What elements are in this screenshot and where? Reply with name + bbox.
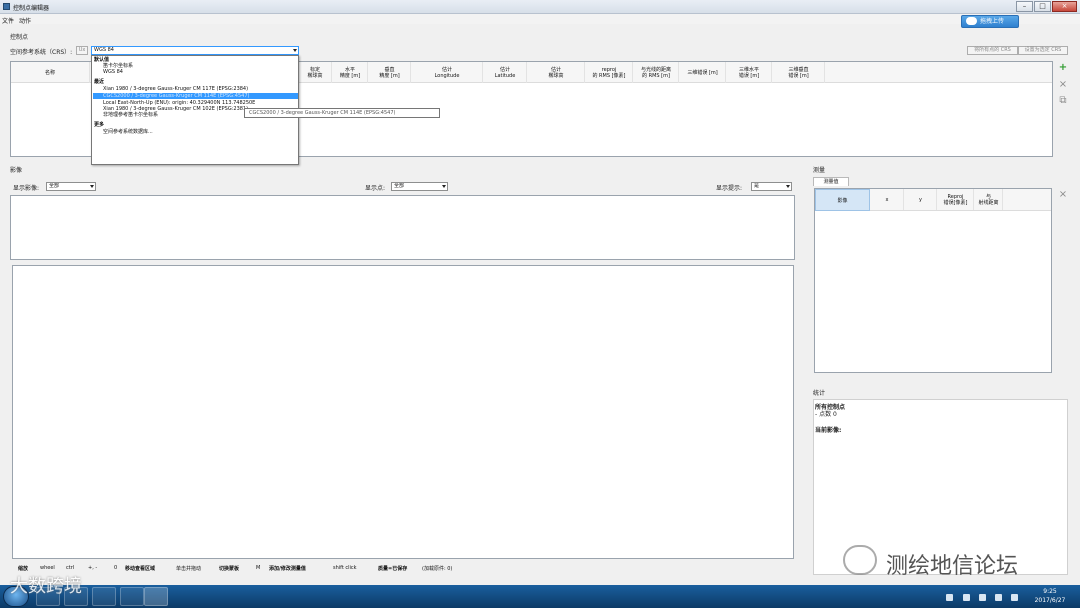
crs-tooltip: CGCS2000 / 3-degree Gauss-Kruger CM 114E… [244, 108, 440, 118]
col-fixed-ellipsoid-height[interactable]: 标定 椭球高 [299, 62, 332, 83]
status-zoom: 缩放 [18, 566, 29, 572]
col-image[interactable]: 影像 [815, 189, 870, 211]
chevron-down-icon [786, 185, 790, 188]
dropdown-item-non-geo[interactable]: 非地理参考笛卡尔坐标系 [103, 112, 158, 118]
apply-crs-all-button[interactable]: 将所有点的 CRS [967, 46, 1018, 55]
col-y[interactable]: y [905, 189, 937, 210]
stats-current-image: 当前影像: [815, 427, 842, 434]
dropdown-header-more: 更多 [94, 122, 105, 128]
status-quality: 质量=已保存 [378, 566, 408, 572]
dropdown-item-wgs84[interactable]: WGS 84 [103, 69, 123, 75]
copy-icon[interactable]: ⧉ [1057, 95, 1069, 107]
status-wheel: wheel [40, 565, 55, 571]
app-icon [3, 3, 10, 10]
measurements-table[interactable] [814, 188, 1052, 373]
minimize-button[interactable]: – [1016, 1, 1033, 12]
show-points-select[interactable]: 全部 [391, 182, 448, 191]
network-icon[interactable] [995, 594, 1002, 601]
chevron-down-icon [90, 185, 94, 188]
close-button[interactable]: × [1052, 1, 1077, 12]
status-plus-minus: +, - [88, 565, 98, 571]
crs-label: 空间参考系统（CRS）: [10, 49, 73, 56]
stats-point-count: - 点数 0 [815, 411, 837, 418]
menu-file[interactable]: 文件 [2, 16, 14, 25]
menu-actions[interactable]: 动作 [19, 16, 31, 25]
status-m: M [256, 565, 261, 571]
status-zero: 0 [114, 565, 118, 571]
crs-select[interactable]: WGS 84 [91, 46, 299, 55]
col-3d-horizontal-error[interactable]: 三维水平 错误 [m] [727, 62, 772, 83]
show-points-label: 显示点: [365, 185, 386, 192]
col-est-ellipsoid-height[interactable]: 估计 椭球高 [528, 62, 585, 83]
volume-icon[interactable] [1011, 594, 1018, 601]
add-icon[interactable]: + [1057, 62, 1069, 74]
status-loaded: (加载原件: 0) [422, 566, 453, 572]
dropdown-header-recent: 最近 [94, 79, 105, 85]
tray-icon[interactable] [979, 594, 986, 601]
stats-section-title: 统计 [813, 390, 826, 397]
status-click-drag: 单击并拖动 [176, 566, 202, 572]
title-bar: 控制点编辑器 – □ × [0, 0, 1080, 14]
cloud-icon [966, 17, 977, 25]
status-shift-click: shift click [333, 565, 357, 571]
dropdown-item-crs-database[interactable]: 空间参考系统数据库... [103, 129, 153, 135]
show-images-label: 显示影像: [13, 185, 40, 192]
col-reproj-error[interactable]: Reproj 错误[像素] [938, 189, 974, 210]
col-vertical-accuracy[interactable]: 垂直 精度 [m] [369, 62, 411, 83]
show-images-select[interactable]: 全部 [46, 182, 96, 191]
remove-icon[interactable]: × [1057, 79, 1069, 91]
status-toggle-mask: 切换蒙板 [219, 566, 240, 572]
col-ray-distance-rms[interactable]: 与光线的距离 的 RMS [m] [634, 62, 679, 83]
window-title: 控制点编辑器 [13, 5, 50, 12]
images-section-title: 影像 [10, 167, 23, 174]
tray-icon[interactable] [963, 594, 970, 601]
control-points-section-title: 控制点 [10, 34, 29, 41]
col-horizontal-accuracy[interactable]: 水平 精度 [m] [333, 62, 368, 83]
taskbar-app-icon[interactable] [120, 587, 144, 606]
col-name[interactable]: 名称 [11, 62, 90, 83]
watermark-right: 测绘地信论坛 [886, 554, 1019, 579]
remove-measurement-icon[interactable]: × [1057, 189, 1069, 201]
image-viewer[interactable] [12, 265, 794, 559]
dropdown-item-xian-117[interactable]: Xian 1980 / 3-degree Gauss-Kruger CM 117… [103, 86, 248, 92]
measurements-section-title: 测量 [813, 167, 826, 174]
show-hints-label: 显示提示: [716, 185, 743, 192]
menu-bar: 文件 动作 [0, 14, 1080, 25]
show-points-value: 全部 [394, 183, 405, 189]
tab-measurements[interactable]: 测量值 [813, 177, 849, 186]
taskbar-photoscan-icon[interactable] [144, 587, 168, 606]
col-est-latitude[interactable]: 估计 Latitude [484, 62, 527, 83]
crs-info-button[interactable]: Ux [76, 46, 88, 55]
maximize-button[interactable]: □ [1034, 1, 1051, 12]
show-images-value: 全部 [49, 183, 60, 189]
show-hints-select[interactable]: 是 [751, 182, 792, 191]
show-hints-value: 是 [754, 183, 760, 189]
col-3d-error[interactable]: 三维错误 [m] [680, 62, 726, 83]
chevron-down-icon [293, 49, 297, 52]
col-est-longitude[interactable]: 估计 Longitude [412, 62, 483, 83]
col-x[interactable]: x [871, 189, 904, 210]
crs-select-value: WGS 84 [94, 47, 114, 53]
col-3d-vertical-error[interactable]: 三维垂直 错误 [m] [773, 62, 825, 83]
status-ctrl: ctrl [66, 565, 75, 571]
status-pan: 移动查看区域 [125, 566, 156, 572]
clock-date[interactable]: 2017/6/27 [1030, 597, 1070, 604]
watermark-left: 大数跨境 [10, 576, 82, 597]
taskbar-app-icon[interactable] [92, 587, 116, 606]
image-thumbnail-strip[interactable] [10, 195, 795, 260]
clock-time[interactable]: 9:25 [1030, 588, 1070, 595]
set-selected-crs-button[interactable]: 设置为选定 CRS [1018, 46, 1068, 55]
dropdown-item-cgcs2000-114[interactable]: CGCS2000 / 3-degree Gauss-Kruger CM 114E… [93, 93, 298, 99]
col-ray-distance[interactable]: 与 射线距离 [975, 189, 1003, 210]
status-add-measurement: 添加/修改测量值 [269, 566, 306, 572]
wechat-icon [843, 545, 877, 575]
chevron-down-icon [442, 185, 446, 188]
col-reproj-rms[interactable]: reproj 的 RMS [像素] [586, 62, 633, 83]
tray-icon[interactable] [946, 594, 953, 601]
